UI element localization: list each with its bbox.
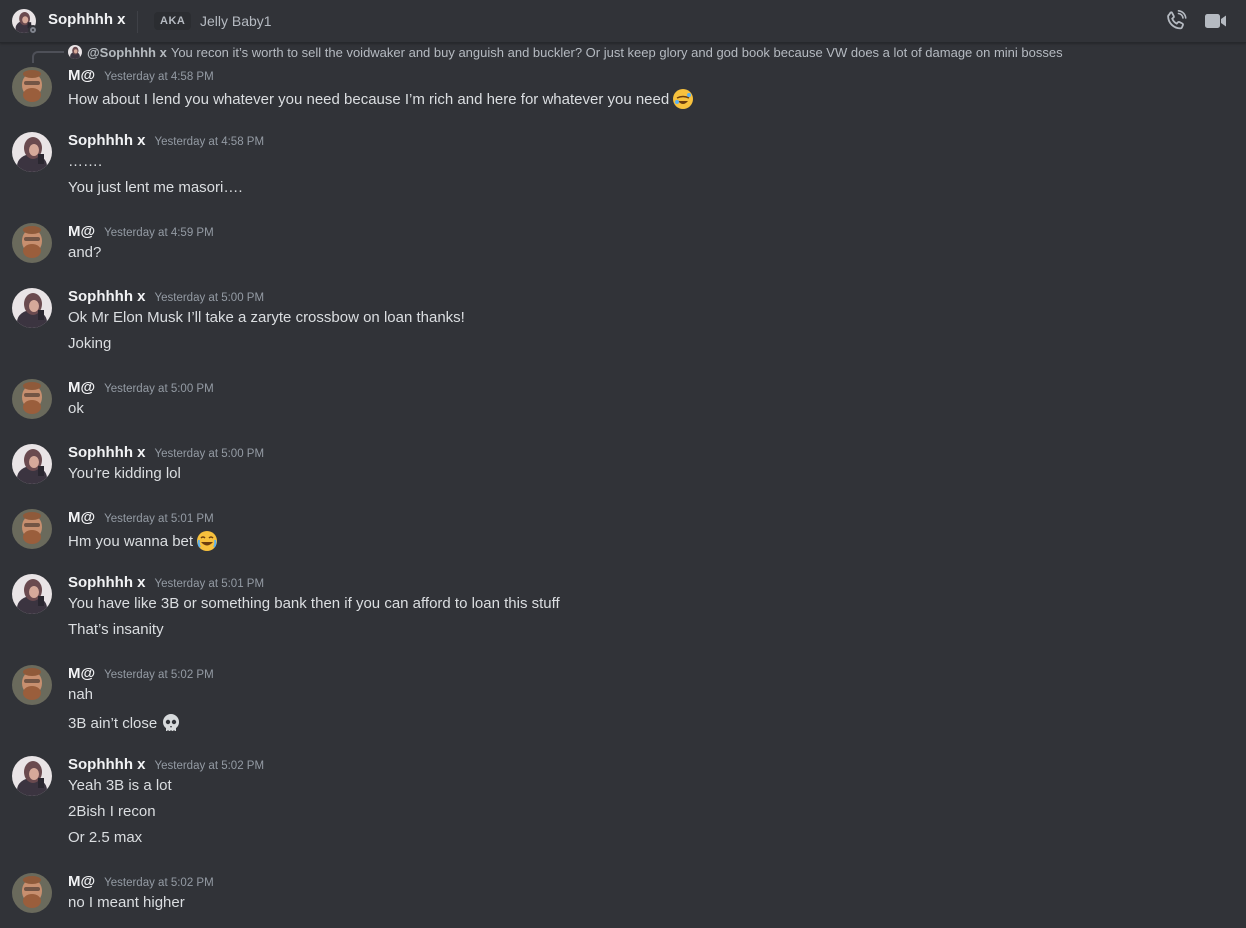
divider [137,11,138,33]
author-name[interactable]: M@ [68,67,95,84]
message-line: You’re kidding lol [68,465,181,482]
message-line: ok [68,400,84,417]
channel-header: Sophhhh x AKA Jelly Baby1 [0,0,1246,43]
message-line: You just lent me masori…. [68,179,243,196]
message-line: Or 2.5 max [68,829,143,846]
message-line: no I meant higher [68,894,185,911]
author-name[interactable]: M@ [68,665,95,682]
message-line: How about I lend you whatever you need b… [68,90,670,108]
avatar[interactable] [12,132,52,172]
joy-emoji-icon [197,531,218,551]
message-line: Ok Mr Elon Musk I’ll take a zaryte cross… [68,309,465,326]
avatar [68,45,82,59]
reply-connector [32,51,64,63]
message-list: @Sophhhh x You recon it’s worth to sell … [0,43,1246,928]
message-line: Yeah 3B is a lot [68,777,172,794]
voice-call-icon[interactable] [1164,9,1188,33]
avatar[interactable] [12,509,52,549]
timestamp: Yesterday at 5:02 PM [104,877,214,889]
author-name[interactable]: Sophhhh x [68,288,146,305]
author-name[interactable]: M@ [68,379,95,396]
video-call-icon[interactable] [1204,9,1228,33]
avatar[interactable] [12,873,52,913]
reply-username[interactable]: @Sophhhh x [87,45,167,60]
avatar[interactable] [12,67,52,107]
author-name[interactable]: Sophhhh x [68,756,146,773]
timestamp: Yesterday at 5:01 PM [104,513,214,525]
avatar[interactable] [12,288,52,328]
author-name[interactable]: M@ [68,223,95,240]
avatar[interactable] [12,444,52,484]
avatar[interactable] [12,574,52,614]
avatar[interactable] [12,379,52,419]
message-line: That’s insanity [68,621,164,638]
author-name[interactable]: M@ [68,509,95,526]
reply-preview[interactable]: @Sophhhh x You recon it’s worth to sell … [68,44,1063,60]
message-line: Hm you wanna bet [68,532,194,550]
message-line: You have like 3B or something bank then … [68,595,560,612]
aka-name: Jelly Baby1 [200,13,272,29]
timestamp: Yesterday at 5:02 PM [104,669,214,681]
message-line: and? [68,244,102,261]
message-line: Joking [68,335,112,352]
status-indicator [28,25,38,35]
message-text: How about I lend you whatever you need b… [68,88,694,110]
timestamp: Yesterday at 5:01 PM [154,578,265,590]
avatar[interactable] [12,756,52,796]
timestamp: Yesterday at 4:59 PM [104,227,214,239]
timestamp: Yesterday at 5:02 PM [154,760,265,772]
rofl-emoji-icon [673,89,694,109]
channel-name[interactable]: Sophhhh x [48,11,126,28]
timestamp: Yesterday at 4:58 PM [154,136,265,148]
aka-badge: AKA [154,12,192,30]
message-line: ……. [68,153,103,170]
message-line: 2Bish I recon [68,803,156,820]
author-name[interactable]: M@ [68,873,95,890]
skull-emoji-icon [163,714,180,732]
author-name[interactable]: Sophhhh x [68,132,146,149]
message-text: Hm you wanna bet [68,530,218,552]
author-name[interactable]: Sophhhh x [68,444,146,461]
message-text: 3B ain’t close [68,712,182,734]
author-name[interactable]: Sophhhh x [68,574,146,591]
timestamp: Yesterday at 5:00 PM [154,448,265,460]
timestamp: Yesterday at 5:00 PM [104,383,214,395]
timestamp: Yesterday at 5:00 PM [154,292,265,304]
reply-text: You recon it’s worth to sell the voidwak… [170,44,1063,60]
timestamp: Yesterday at 4:58 PM [104,71,214,83]
avatar[interactable] [12,665,52,705]
avatar[interactable] [12,223,52,263]
message-line: nah [68,686,94,703]
message-line: 3B ain’t close [68,714,158,732]
